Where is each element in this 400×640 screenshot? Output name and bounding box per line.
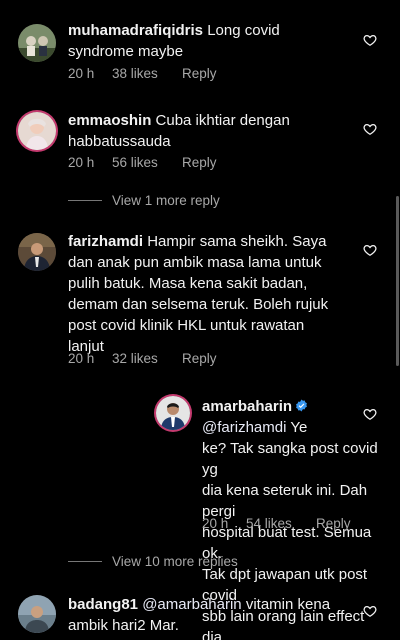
comment-text: farizhamdi Hampir sama sheikh. Saya dan … (68, 233, 329, 355)
mention-link[interactable]: @farizhamdi (202, 419, 286, 436)
like-heart-icon[interactable] (363, 407, 377, 421)
avatar[interactable] (18, 233, 56, 271)
comment-text: emmaoshin Cuba ikhtiar dengan habbatussa… (68, 112, 290, 150)
avatar[interactable] (18, 595, 56, 633)
comment-meta: 20 h 54 likes Reply (202, 516, 351, 531)
comment-time: 20 h (68, 351, 95, 366)
divider-line (68, 200, 102, 201)
verified-badge-icon (295, 397, 308, 412)
comment-text: badang81 @amarbaharin vitamin kena ambik… (68, 596, 331, 634)
comment-meta: 20 h 38 likes Reply (68, 66, 217, 81)
like-heart-icon[interactable] (363, 604, 377, 618)
comment-username[interactable]: amarbaharin (202, 398, 292, 415)
view-more-replies-button[interactable]: View 1 more reply (68, 193, 220, 208)
avatar[interactable] (156, 396, 190, 430)
comment-time: 20 h (202, 516, 229, 531)
avatar[interactable] (18, 112, 56, 150)
comment-time: 20 h (68, 66, 95, 81)
comment-username[interactable]: emmaoshin (68, 112, 151, 129)
comment-likes[interactable]: 38 likes (112, 66, 168, 81)
avatar[interactable] (18, 24, 56, 62)
comments-screen: muhamadrafiqidris Long covid syndrome ma… (0, 0, 400, 640)
like-heart-icon[interactable] (363, 33, 377, 47)
like-heart-icon[interactable] (363, 243, 377, 257)
comment-username[interactable]: farizhamdi (68, 233, 143, 250)
scrollbar[interactable] (396, 196, 399, 366)
mention-link[interactable]: @amarbaharin (142, 596, 241, 613)
comment-username[interactable]: badang81 (68, 596, 138, 613)
comment-username[interactable]: muhamadrafiqidris (68, 22, 203, 39)
comment-likes[interactable]: 32 likes (112, 351, 168, 366)
reply-button[interactable]: Reply (182, 66, 217, 81)
comment-meta: 20 h 32 likes Reply (68, 351, 217, 366)
like-heart-icon[interactable] (363, 122, 377, 136)
divider-line (68, 561, 102, 562)
comment-text: muhamadrafiqidris Long covid syndrome ma… (68, 22, 280, 60)
reply-button[interactable]: Reply (182, 351, 217, 366)
comment-time: 20 h (68, 155, 95, 170)
reply-button[interactable]: Reply (182, 155, 217, 170)
view-more-replies-button[interactable]: View 10 more replies (68, 554, 238, 569)
reply-button[interactable]: Reply (316, 516, 351, 531)
comment-likes[interactable]: 56 likes (112, 155, 168, 170)
comment-meta: 20 h 56 likes Reply (68, 155, 217, 170)
comment-likes[interactable]: 54 likes (246, 516, 302, 531)
